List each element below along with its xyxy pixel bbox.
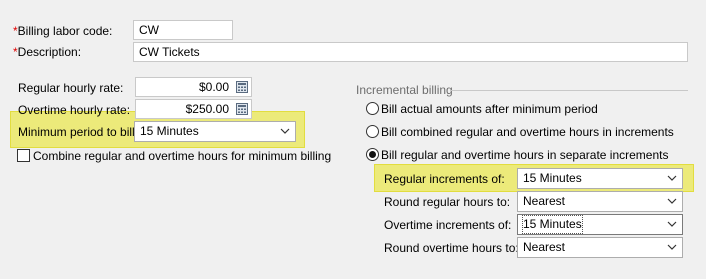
- calculator-icon[interactable]: [236, 81, 248, 93]
- group-divider: [450, 90, 688, 91]
- minimum-period-select[interactable]: 15 Minutes: [134, 121, 296, 142]
- radio-bill-separate[interactable]: [366, 148, 379, 161]
- regular-increments-select[interactable]: 15 Minutes: [517, 168, 683, 189]
- calculator-icon[interactable]: [236, 103, 248, 115]
- combine-hours-checkbox[interactable]: [17, 149, 30, 162]
- description-input[interactable]: CW Tickets: [133, 42, 688, 62]
- minimum-period-label: Minimum period to bill:: [18, 125, 139, 139]
- radio-bill-combined[interactable]: [366, 125, 379, 138]
- radio-bill-actual-label: Bill actual amounts after minimum period: [381, 102, 598, 116]
- chevron-down-icon: [667, 244, 677, 250]
- minimum-period-value: 15 Minutes: [140, 124, 199, 138]
- radio-bill-actual[interactable]: [366, 102, 379, 115]
- regular-increments-value: 15 Minutes: [523, 171, 582, 185]
- overtime-increments-value: 15 Minutes: [522, 215, 583, 234]
- overtime-hourly-rate-input[interactable]: $250.00: [135, 99, 252, 119]
- radio-bill-combined-label: Bill combined regular and overtime hours…: [381, 125, 674, 139]
- overtime-hourly-rate-value: $250.00: [185, 102, 229, 116]
- round-overtime-select[interactable]: Nearest: [517, 237, 683, 258]
- description-label: *Description:: [13, 45, 81, 59]
- chevron-down-icon: [667, 198, 677, 204]
- incremental-billing-title: Incremental billing: [356, 83, 453, 97]
- combine-hours-label: Combine regular and overtime hours for m…: [33, 149, 332, 163]
- round-regular-select[interactable]: Nearest: [517, 191, 683, 212]
- radio-bill-separate-label: Bill regular and overtime hours in separ…: [381, 148, 669, 162]
- chevron-down-icon: [667, 221, 677, 227]
- chevron-down-icon: [667, 175, 677, 181]
- description-label-text: Description:: [17, 45, 82, 59]
- round-regular-value: Nearest: [523, 194, 566, 208]
- regular-increments-label: Regular increments of:: [384, 172, 505, 186]
- regular-hourly-rate-value: $0.00: [198, 80, 229, 94]
- billing-labor-code-label-text: Billing labor code:: [17, 24, 113, 38]
- billing-labor-code-label: *Billing labor code:: [13, 24, 112, 38]
- overtime-increments-select[interactable]: 15 Minutes: [517, 214, 683, 235]
- chevron-down-icon: [280, 128, 290, 134]
- regular-hourly-rate-input[interactable]: $0.00: [135, 77, 252, 97]
- round-regular-label: Round regular hours to:: [384, 195, 511, 209]
- regular-hourly-rate-label: Regular hourly rate:: [18, 81, 124, 95]
- billing-labor-code-input[interactable]: CW: [133, 20, 233, 40]
- round-overtime-value: Nearest: [523, 240, 566, 254]
- overtime-hourly-rate-label: Overtime hourly rate:: [18, 103, 131, 117]
- overtime-increments-label: Overtime increments of:: [384, 218, 512, 232]
- round-overtime-label: Round overtime hours to:: [384, 241, 519, 255]
